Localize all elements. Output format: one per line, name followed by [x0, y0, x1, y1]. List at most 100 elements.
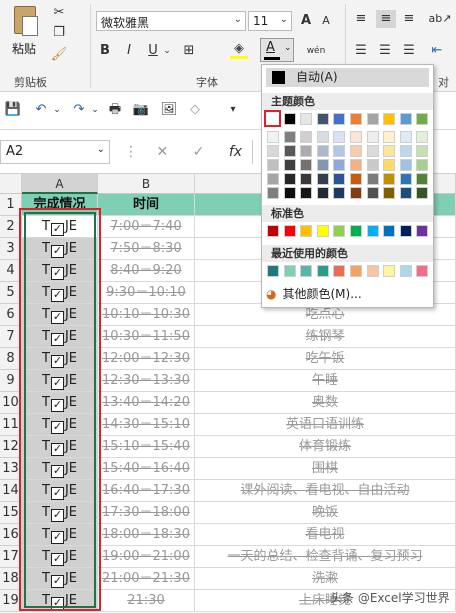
theme-shade-swatch[interactable]: [333, 187, 346, 199]
theme-shade-swatch[interactable]: [333, 131, 346, 143]
theme-color-swatch[interactable]: [300, 113, 313, 125]
standard-color-swatch[interactable]: [300, 225, 313, 237]
theme-shade-swatch[interactable]: [283, 159, 296, 171]
border-icon[interactable]: ⊞: [180, 42, 198, 60]
standard-color-swatch[interactable]: [316, 225, 329, 237]
theme-shade-swatch[interactable]: [383, 187, 396, 199]
shrink-font-button[interactable]: A: [318, 12, 334, 30]
chevron-down-icon[interactable]: ⌄: [162, 42, 172, 60]
redo-icon[interactable]: ↷: [70, 101, 88, 119]
align-middle-icon[interactable]: ≡: [376, 10, 396, 28]
task-cell[interactable]: 午睡: [195, 370, 456, 392]
theme-shade-swatch[interactable]: [399, 173, 412, 185]
task-cell[interactable]: 体育锻炼: [195, 436, 456, 458]
theme-shade-swatch[interactable]: [350, 159, 362, 171]
theme-color-swatch[interactable]: [366, 113, 379, 125]
camera-icon[interactable]: 📷: [132, 101, 150, 119]
fill-color-icon[interactable]: ◈: [228, 40, 250, 59]
standard-color-swatch[interactable]: [333, 225, 346, 237]
time-cell[interactable]: 10:10－10:30: [98, 304, 195, 326]
theme-shade-swatch[interactable]: [416, 145, 429, 157]
theme-shade-swatch[interactable]: [333, 173, 346, 185]
time-cell[interactable]: 16:40－17:30: [98, 480, 195, 502]
align-top-icon[interactable]: ≡: [352, 10, 370, 28]
image-icon[interactable]: 🖼: [160, 101, 178, 119]
theme-shade-swatch[interactable]: [316, 187, 329, 199]
underline-button[interactable]: U: [144, 42, 162, 60]
theme-color-swatch[interactable]: [264, 110, 281, 127]
recent-color-swatch[interactable]: [333, 265, 346, 277]
standard-color-swatch[interactable]: [283, 225, 296, 237]
enter-icon[interactable]: ✓: [193, 144, 205, 160]
time-cell[interactable]: 9:30－10:10: [98, 282, 195, 304]
font-color-button[interactable]: A ⌄: [260, 38, 294, 62]
wen-phonetic-button[interactable]: wén: [306, 42, 326, 60]
theme-shade-swatch[interactable]: [383, 173, 396, 185]
cancel-icon[interactable]: ✕: [156, 144, 168, 160]
theme-shade-swatch[interactable]: [267, 131, 279, 143]
format-painter-icon[interactable]: 🖌: [50, 46, 68, 64]
recent-color-swatch[interactable]: [316, 265, 329, 277]
theme-shade-swatch[interactable]: [300, 173, 313, 185]
recent-color-swatch[interactable]: [300, 265, 313, 277]
theme-shade-swatch[interactable]: [283, 145, 296, 157]
task-cell[interactable]: 吃午饭: [195, 348, 456, 370]
theme-color-swatch[interactable]: [316, 113, 329, 125]
theme-shade-swatch[interactable]: [350, 173, 362, 185]
automatic-color-option[interactable]: 自动(A): [266, 68, 429, 87]
theme-shade-swatch[interactable]: [366, 187, 379, 199]
theme-color-swatch[interactable]: [399, 113, 412, 125]
task-cell[interactable]: 洗漱: [195, 568, 456, 590]
standard-color-swatch[interactable]: [366, 225, 379, 237]
orientation-icon[interactable]: ab↗: [426, 10, 454, 28]
italic-button[interactable]: I: [120, 42, 138, 60]
theme-color-swatch[interactable]: [283, 113, 296, 125]
theme-shade-swatch[interactable]: [267, 159, 279, 171]
copy-icon[interactable]: ❐: [50, 24, 68, 42]
theme-shade-swatch[interactable]: [383, 131, 396, 143]
recent-color-swatch[interactable]: [416, 265, 429, 277]
font-size-dropdown[interactable]: 11 ⌄: [248, 11, 292, 31]
theme-color-swatch[interactable]: [350, 113, 362, 125]
theme-shade-swatch[interactable]: [283, 187, 296, 199]
header-cell-time[interactable]: 时间: [98, 194, 195, 216]
task-cell[interactable]: 一天的总结、检查背诵、复习预习: [195, 546, 456, 568]
time-cell[interactable]: 17:30－18:00: [98, 502, 195, 524]
task-cell[interactable]: 英语口语训练: [195, 414, 456, 436]
time-cell[interactable]: 21:00－21:30: [98, 568, 195, 590]
theme-shade-swatch[interactable]: [416, 131, 429, 143]
theme-shade-swatch[interactable]: [316, 159, 329, 171]
undo-icon[interactable]: ↶: [32, 101, 50, 119]
column-header-b[interactable]: B: [98, 174, 195, 194]
theme-shade-swatch[interactable]: [267, 145, 279, 157]
theme-shade-swatch[interactable]: [300, 145, 313, 157]
time-cell[interactable]: 12:30－13:30: [98, 370, 195, 392]
theme-shade-swatch[interactable]: [267, 173, 279, 185]
time-cell[interactable]: 13:40－14:20: [98, 392, 195, 414]
cut-icon[interactable]: ✂: [50, 4, 68, 22]
theme-shade-swatch[interactable]: [366, 131, 379, 143]
theme-shade-swatch[interactable]: [350, 131, 362, 143]
paste-button[interactable]: 粘贴: [8, 4, 46, 60]
task-cell[interactable]: 奥数: [195, 392, 456, 414]
theme-shade-swatch[interactable]: [300, 187, 313, 199]
time-cell[interactable]: 19:00－21:00: [98, 546, 195, 568]
standard-color-swatch[interactable]: [383, 225, 396, 237]
recent-color-swatch[interactable]: [399, 265, 412, 277]
indent-icon[interactable]: ⇤: [428, 42, 446, 60]
column-header-a[interactable]: A: [22, 174, 98, 194]
align-right-icon[interactable]: ☰: [400, 42, 418, 60]
fx-icon[interactable]: fx: [229, 144, 242, 160]
theme-color-swatch[interactable]: [416, 113, 429, 125]
more-colors-option[interactable]: ◕ 其他颜色(M)...: [266, 285, 362, 303]
standard-color-swatch[interactable]: [399, 225, 412, 237]
theme-shade-swatch[interactable]: [316, 173, 329, 185]
grow-font-button[interactable]: A: [298, 12, 314, 30]
theme-shade-swatch[interactable]: [366, 173, 379, 185]
theme-shade-swatch[interactable]: [316, 131, 329, 143]
time-cell[interactable]: 7:50－8:30: [98, 238, 195, 260]
time-cell[interactable]: 18:00－18:30: [98, 524, 195, 546]
theme-shade-swatch[interactable]: [267, 187, 279, 199]
font-name-dropdown[interactable]: 微软雅黑 ⌄: [96, 11, 246, 31]
theme-shade-swatch[interactable]: [399, 159, 412, 171]
